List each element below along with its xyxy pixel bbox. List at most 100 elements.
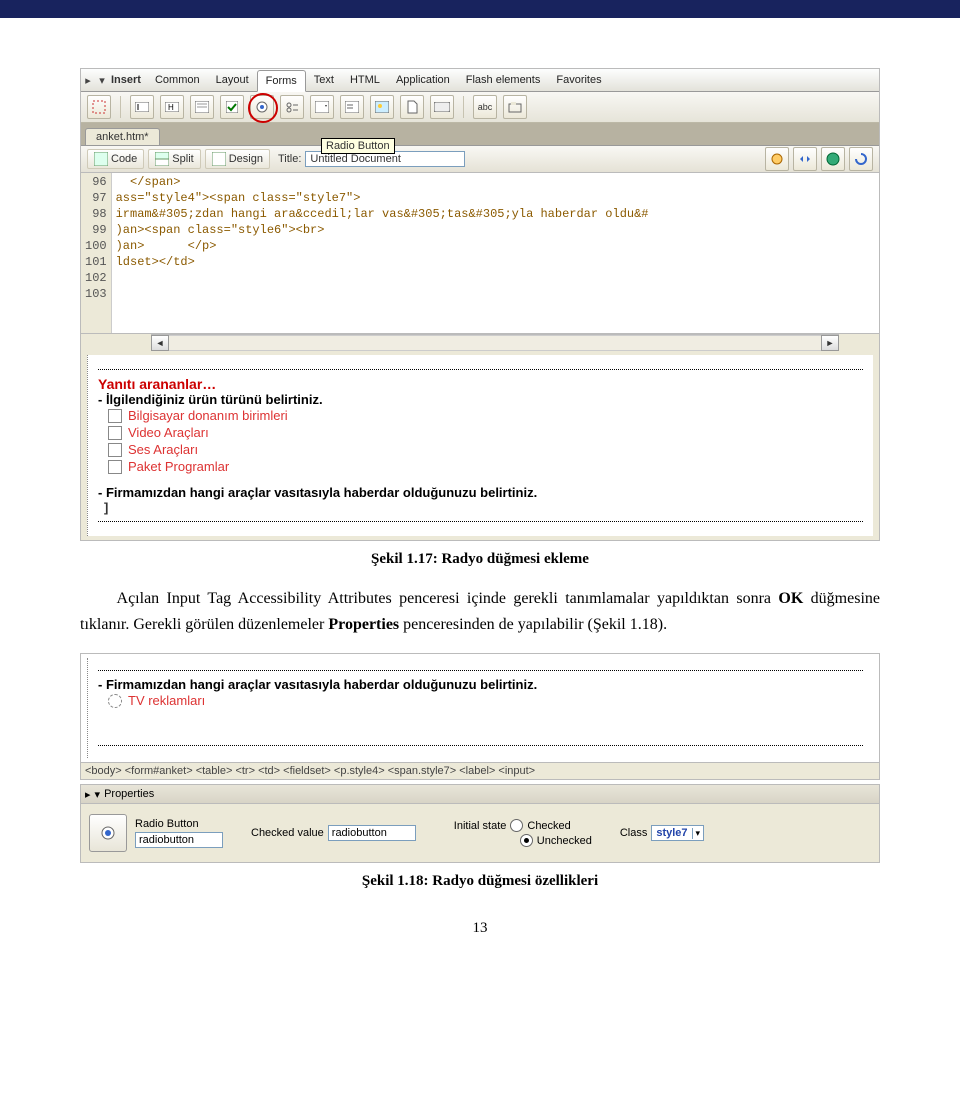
file-field-icon[interactable] [400, 95, 424, 119]
jump-menu-icon[interactable] [340, 95, 364, 119]
checkbox-icon[interactable] [220, 95, 244, 119]
figure-2-caption: Şekil 1.18: Radyo düğmesi özellikleri [80, 873, 880, 890]
h-scrollbar[interactable]: ◄ ► [151, 334, 839, 351]
text-field-icon[interactable] [130, 95, 154, 119]
document-tabs: anket.htm* [81, 123, 879, 146]
code-pane[interactable]: 96 97 98 99 100 101 102 103 </span> ass=… [81, 173, 879, 334]
figure-2: - Firmamızdan hangi araçlar vasıtasıyla … [80, 653, 880, 780]
image-field-icon[interactable] [370, 95, 394, 119]
option-label: Ses Araçları [128, 442, 198, 457]
name-input[interactable]: radiobutton [135, 832, 223, 848]
list-menu-icon[interactable] [310, 95, 334, 119]
line-number: 98 [85, 207, 107, 223]
line-number: 102 [85, 271, 107, 287]
radio-checked[interactable] [510, 819, 523, 832]
tab-text[interactable]: Text [306, 70, 342, 90]
code-line [116, 287, 875, 303]
separator [120, 96, 121, 118]
radio-icon[interactable] [108, 694, 122, 708]
design-view-button[interactable]: Design [205, 149, 270, 169]
text: Açılan Input Tag Accessibility Attribute… [117, 590, 779, 607]
option-label: Video Araçları [128, 425, 209, 440]
radio-group-icon[interactable] [280, 95, 304, 119]
code-view-button[interactable]: Code [87, 149, 144, 169]
page-number: 13 [80, 920, 880, 937]
checkbox-icon[interactable] [108, 460, 122, 474]
insert-label: Insert [109, 74, 147, 86]
code-line: </span> [116, 175, 875, 191]
live-data-icon[interactable] [793, 147, 817, 171]
tab-application[interactable]: Application [388, 70, 458, 90]
scroll-right-icon[interactable]: ► [821, 335, 839, 351]
text: penceresinden de yapılabilir (Şekil 1.18… [399, 616, 667, 633]
label-icon[interactable]: abc [473, 95, 497, 119]
tab-html[interactable]: HTML [342, 70, 388, 90]
section-heading: Yanıtı arananlar… [98, 376, 863, 392]
collapse-icon[interactable]: ▾ [95, 69, 109, 91]
radio-unchecked[interactable] [520, 834, 533, 847]
question-2: - Firmamızdan hangi araçlar vasıtasıyla … [98, 485, 863, 500]
tab-layout[interactable]: Layout [208, 70, 257, 90]
line-number: 97 [85, 191, 107, 207]
tag-selector[interactable]: <body> <form#anket> <table> <tr> <td> <f… [81, 762, 879, 779]
code-line: )an> </p> [116, 239, 875, 255]
radio-button-icon[interactable] [250, 95, 274, 119]
line-number: 100 [85, 239, 107, 255]
view-toolbar: Code Split Design Title: Untitled Docume… [81, 146, 879, 173]
split-label: Split [172, 153, 193, 165]
server-debug-icon[interactable] [765, 147, 789, 171]
option-row: Video Araçları [98, 424, 863, 441]
checked-value-label: Checked value [251, 827, 324, 839]
refresh-icon[interactable] [849, 147, 873, 171]
element-type-label: Radio Button [135, 818, 199, 830]
document-tab[interactable]: anket.htm* [85, 128, 160, 145]
separator [463, 96, 464, 118]
option-label: Paket Programlar [128, 459, 229, 474]
class-value: style7 [652, 826, 691, 840]
tab-common[interactable]: Common [147, 70, 208, 90]
line-number: 96 [85, 175, 107, 191]
question-2b: - Firmamızdan hangi araçlar vasıtasıyla … [98, 677, 863, 692]
header-rule [0, 0, 960, 18]
scroll-track[interactable] [169, 335, 821, 351]
collapse-icon[interactable]: ▸ [85, 788, 91, 801]
expand-icon[interactable]: ▾ [95, 788, 101, 801]
insert-tabs: Common Layout Forms Text HTML Applicatio… [147, 69, 610, 91]
scroll-left-icon[interactable]: ◄ [151, 335, 169, 351]
option-row: Paket Programlar [98, 458, 863, 475]
class-label: Class [620, 827, 648, 839]
question-1: - İlgilendiğiniz ürün türünü belirtiniz. [98, 392, 863, 407]
body-paragraph: Açılan Input Tag Accessibility Attribute… [80, 586, 880, 637]
chevron-down-icon[interactable]: ▾ [692, 828, 704, 839]
checkbox-icon[interactable] [108, 426, 122, 440]
text-bold: Properties [328, 616, 399, 633]
tab-forms[interactable]: Forms [257, 70, 306, 92]
code-label: Code [111, 153, 137, 165]
svg-text:H: H [168, 103, 174, 112]
preview-icon[interactable] [821, 147, 845, 171]
tab-favorites[interactable]: Favorites [548, 70, 609, 90]
checkbox-icon[interactable] [108, 409, 122, 423]
properties-label: Properties [104, 788, 154, 800]
element-type-icon [89, 814, 127, 852]
textarea-icon[interactable] [190, 95, 214, 119]
text-bold: OK [778, 590, 803, 607]
fieldset-icon[interactable] [503, 95, 527, 119]
line-number: 103 [85, 287, 107, 303]
code-line [116, 271, 875, 287]
split-view-button[interactable]: Split [148, 149, 200, 169]
properties-panel: ▸ ▾ Properties Radio Button radiobutton … [80, 784, 880, 863]
class-combo[interactable]: style7▾ [651, 825, 704, 841]
hidden-field-icon[interactable]: H [160, 95, 184, 119]
design-pane[interactable]: Yanıtı arananlar… - İlgilendiğiniz ürün … [87, 355, 873, 536]
button-icon[interactable] [430, 95, 454, 119]
code-line: ass="style4"><span class="style7"> [116, 191, 875, 207]
tab-flash-elements[interactable]: Flash elements [458, 70, 549, 90]
expand-icon[interactable]: ▸ [81, 69, 95, 91]
tooltip: Radio Button [321, 138, 395, 154]
checkbox-icon[interactable] [108, 443, 122, 457]
title-label: Title: [278, 153, 301, 165]
option-row: TV reklamları [98, 692, 863, 709]
checked-value-input[interactable]: radiobutton [328, 825, 416, 841]
form-icon[interactable] [87, 95, 111, 119]
